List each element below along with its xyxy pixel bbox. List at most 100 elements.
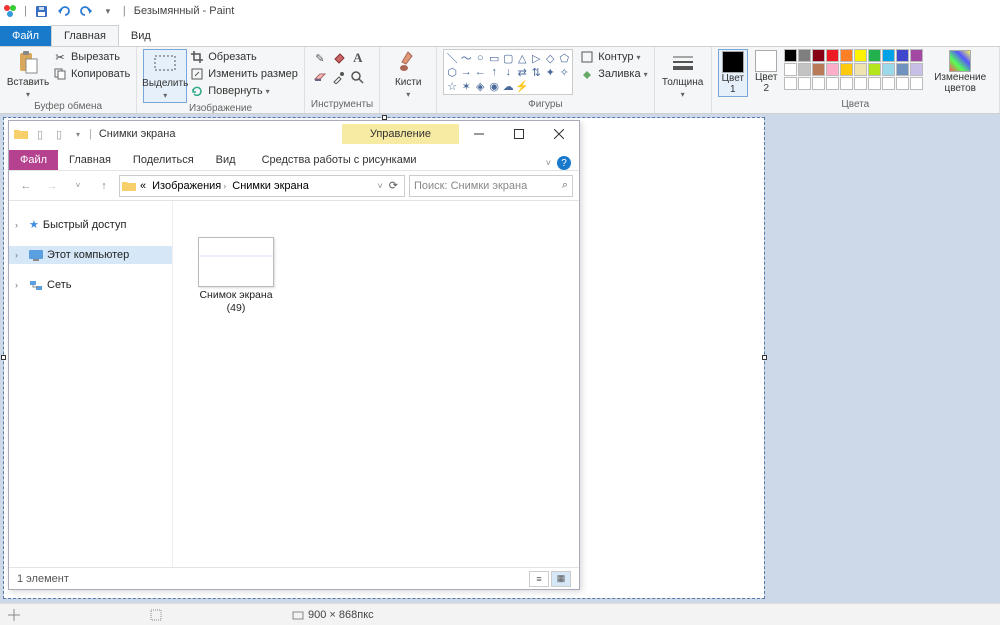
explorer-qat-dd[interactable]: ▾: [70, 126, 86, 142]
palette-swatch[interactable]: [882, 77, 895, 90]
explorer-tab-view[interactable]: Вид: [205, 150, 247, 170]
palette-swatch[interactable]: [868, 77, 881, 90]
size-icon: [671, 51, 695, 75]
palette-swatch[interactable]: [910, 63, 923, 76]
maximize-button[interactable]: [499, 121, 539, 147]
palette-swatch[interactable]: [798, 49, 811, 62]
text-tool[interactable]: A: [349, 49, 367, 67]
close-button[interactable]: [539, 121, 579, 147]
undo-icon[interactable]: [55, 2, 73, 20]
nav-up-button[interactable]: ↑: [93, 175, 115, 197]
palette-swatch[interactable]: [896, 63, 909, 76]
palette-swatch[interactable]: [840, 77, 853, 90]
ribbon-tab-file[interactable]: Файл: [0, 26, 51, 46]
explorer-title-text: Снимки экрана: [99, 128, 176, 140]
picker-tool[interactable]: [330, 68, 348, 86]
nav-forward-button[interactable]: →: [41, 175, 63, 197]
icons-view-button[interactable]: ▦: [551, 571, 571, 587]
palette-swatch[interactable]: [812, 63, 825, 76]
palette-swatch[interactable]: [882, 63, 895, 76]
palette-swatch[interactable]: [910, 77, 923, 90]
nav-back-button[interactable]: ←: [15, 175, 37, 197]
explorer-qat-2[interactable]: ▯: [51, 126, 67, 142]
eraser-tool[interactable]: [311, 68, 329, 86]
palette-swatch[interactable]: [812, 77, 825, 90]
palette-swatch[interactable]: [868, 49, 881, 62]
explorer-tab-picture-tools[interactable]: Средства работы с рисунками: [251, 150, 428, 170]
explorer-tab-share[interactable]: Поделиться: [122, 150, 205, 170]
canvas-handle-right[interactable]: [762, 355, 767, 360]
explorer-mgmt-contextual[interactable]: Управление: [342, 124, 459, 144]
file-item-screenshot[interactable]: Снимок экрана (49): [195, 237, 277, 314]
pencil-tool[interactable]: ✎: [311, 49, 329, 67]
address-bar[interactable]: « Изображения› Снимки экрана ˅ ⟳: [119, 175, 405, 197]
tree-network[interactable]: ›Сеть: [9, 276, 172, 294]
window-title: Безымянный - Paint: [134, 5, 235, 17]
cut-button[interactable]: ✂Вырезать: [52, 49, 130, 65]
search-icon: ⌕: [562, 179, 568, 192]
palette-swatch[interactable]: [784, 49, 797, 62]
explorer-qat-1[interactable]: ▯: [32, 126, 48, 142]
nav-recent-icon[interactable]: ˅: [67, 175, 89, 197]
qat-customize-icon[interactable]: ▾: [99, 2, 117, 20]
palette-swatch[interactable]: [840, 49, 853, 62]
palette-swatch[interactable]: [896, 49, 909, 62]
tree-quick-access[interactable]: ›★Быстрый доступ: [9, 215, 172, 234]
copy-button[interactable]: Копировать: [52, 66, 130, 82]
explorer-search-box[interactable]: Поиск: Снимки экрана ⌕: [409, 175, 573, 197]
clipboard-group-label: Буфер обмена: [6, 101, 130, 113]
palette-swatch[interactable]: [784, 77, 797, 90]
shape-outline-button[interactable]: Контур▾: [579, 49, 647, 65]
palette-swatch[interactable]: [784, 63, 797, 76]
minimize-button[interactable]: [459, 121, 499, 147]
palette-swatch[interactable]: [896, 77, 909, 90]
shapes-gallery[interactable]: ＼〜○▭▢△▷◇ ⬠⬡→←↑↓⇄⇅ ✦✧☆✶◈◉☁⚡: [443, 49, 573, 95]
palette-swatch[interactable]: [854, 49, 867, 62]
palette-swatch[interactable]: [854, 63, 867, 76]
explorer-tab-home[interactable]: Главная: [58, 150, 122, 170]
edit-colors-button[interactable]: Изменение цветов: [927, 49, 993, 95]
palette-swatch[interactable]: [882, 49, 895, 62]
palette-swatch[interactable]: [798, 63, 811, 76]
palette-swatch[interactable]: [826, 77, 839, 90]
breadcrumb-ellipsis[interactable]: «: [138, 180, 148, 192]
save-icon[interactable]: [33, 2, 51, 20]
fill-tool[interactable]: [330, 49, 348, 67]
select-button[interactable]: Выделить ▾: [143, 49, 187, 103]
crop-button[interactable]: Обрезать: [189, 49, 298, 65]
rotate-button[interactable]: Повернуть▾: [189, 83, 298, 99]
help-icon[interactable]: ?: [557, 156, 571, 170]
brushes-button[interactable]: Кисти ▾: [386, 49, 430, 101]
palette-swatch[interactable]: [826, 63, 839, 76]
palette-swatch[interactable]: [798, 77, 811, 90]
details-view-button[interactable]: ≡: [529, 571, 549, 587]
ribbon-collapse-icon[interactable]: ˅: [546, 158, 551, 168]
color1-button[interactable]: Цвет 1: [718, 49, 748, 97]
palette-swatch[interactable]: [854, 77, 867, 90]
palette-swatch[interactable]: [910, 49, 923, 62]
paste-button[interactable]: Вставить ▾: [6, 49, 50, 101]
magnifier-tool[interactable]: [349, 68, 367, 86]
palette-swatch[interactable]: [840, 63, 853, 76]
explorer-tab-file[interactable]: Файл: [9, 150, 58, 170]
breadcrumb-screenshots[interactable]: Снимки экрана: [232, 180, 309, 192]
tree-this-pc[interactable]: ›Этот компьютер: [9, 246, 172, 264]
color2-label: Цвет 2: [755, 73, 777, 94]
size-button[interactable]: Толщина ▾: [661, 49, 705, 101]
palette-swatch[interactable]: [868, 63, 881, 76]
shape-fill-button[interactable]: Заливка▾: [579, 66, 647, 82]
redo-icon[interactable]: [77, 2, 95, 20]
color2-button[interactable]: Цвет 2: [752, 49, 780, 95]
refresh-icon[interactable]: ⟳: [385, 179, 402, 192]
ribbon-tab-home[interactable]: Главная: [51, 25, 119, 46]
paint-titlebar: | ▾ | Безымянный - Paint: [0, 0, 1000, 22]
ribbon-tab-view[interactable]: Вид: [119, 26, 163, 46]
ribbon-tab-strip: Файл Главная Вид: [0, 22, 1000, 46]
palette-swatch[interactable]: [812, 49, 825, 62]
addr-history-icon[interactable]: ˅: [378, 181, 383, 191]
file-list[interactable]: Снимок экрана (49): [173, 201, 579, 567]
breadcrumb-pictures[interactable]: Изображения: [152, 180, 221, 192]
palette-swatch[interactable]: [826, 49, 839, 62]
resize-button[interactable]: Изменить размер: [189, 66, 298, 82]
canvas-handle-left[interactable]: [1, 355, 6, 360]
